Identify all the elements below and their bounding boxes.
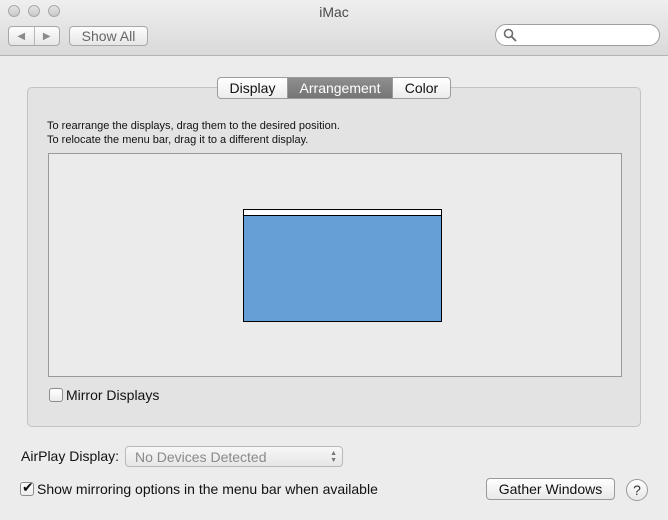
pane-tabs: Display Arrangement Color [217, 77, 451, 99]
mirror-displays-checkbox[interactable] [49, 388, 63, 402]
mirror-displays-label: Mirror Displays [66, 387, 160, 403]
gather-windows-button[interactable]: Gather Windows [486, 478, 615, 500]
airplay-display-select[interactable]: No Devices Detected ▲ ▼ [125, 446, 343, 467]
forward-button[interactable]: ▶ [33, 27, 60, 45]
tab-arrangement[interactable]: Arrangement [287, 78, 392, 98]
display-arrangement-area [48, 153, 622, 377]
search-icon [503, 28, 517, 42]
back-arrow-icon: ◀ [17, 30, 26, 42]
display-screen-area [244, 216, 441, 321]
instruction-menu-bar: To relocate the menu bar, drag it to a d… [47, 134, 309, 146]
back-button[interactable]: ◀ [9, 27, 34, 45]
show-mirroring-checkbox[interactable]: ✔ [20, 479, 34, 496]
title-bar: iMac ◀ ▶ Show All [0, 0, 668, 56]
system-preferences-window: iMac ◀ ▶ Show All Display Arrangement Co… [0, 0, 668, 520]
help-button[interactable]: ? [626, 479, 648, 501]
search-input[interactable] [520, 27, 652, 43]
forward-arrow-icon: ▶ [42, 30, 51, 42]
window-title: iMac [319, 4, 349, 20]
display-thumbnail[interactable] [243, 209, 442, 322]
checkmark-icon: ✔ [22, 479, 34, 495]
popup-arrows-icon: ▲ ▼ [330, 450, 337, 464]
airplay-selected-value: No Devices Detected [135, 449, 267, 465]
search-field[interactable] [495, 24, 660, 46]
back-forward-control: ◀ ▶ [8, 26, 60, 46]
tab-color[interactable]: Color [392, 78, 450, 98]
instruction-rearrange: To rearrange the displays, drag them to … [47, 120, 340, 132]
tab-display[interactable]: Display [218, 78, 287, 98]
show-all-button[interactable]: Show All [69, 26, 148, 46]
show-mirroring-label: Show mirroring options in the menu bar w… [37, 481, 378, 497]
airplay-display-label: AirPlay Display: [21, 448, 120, 464]
